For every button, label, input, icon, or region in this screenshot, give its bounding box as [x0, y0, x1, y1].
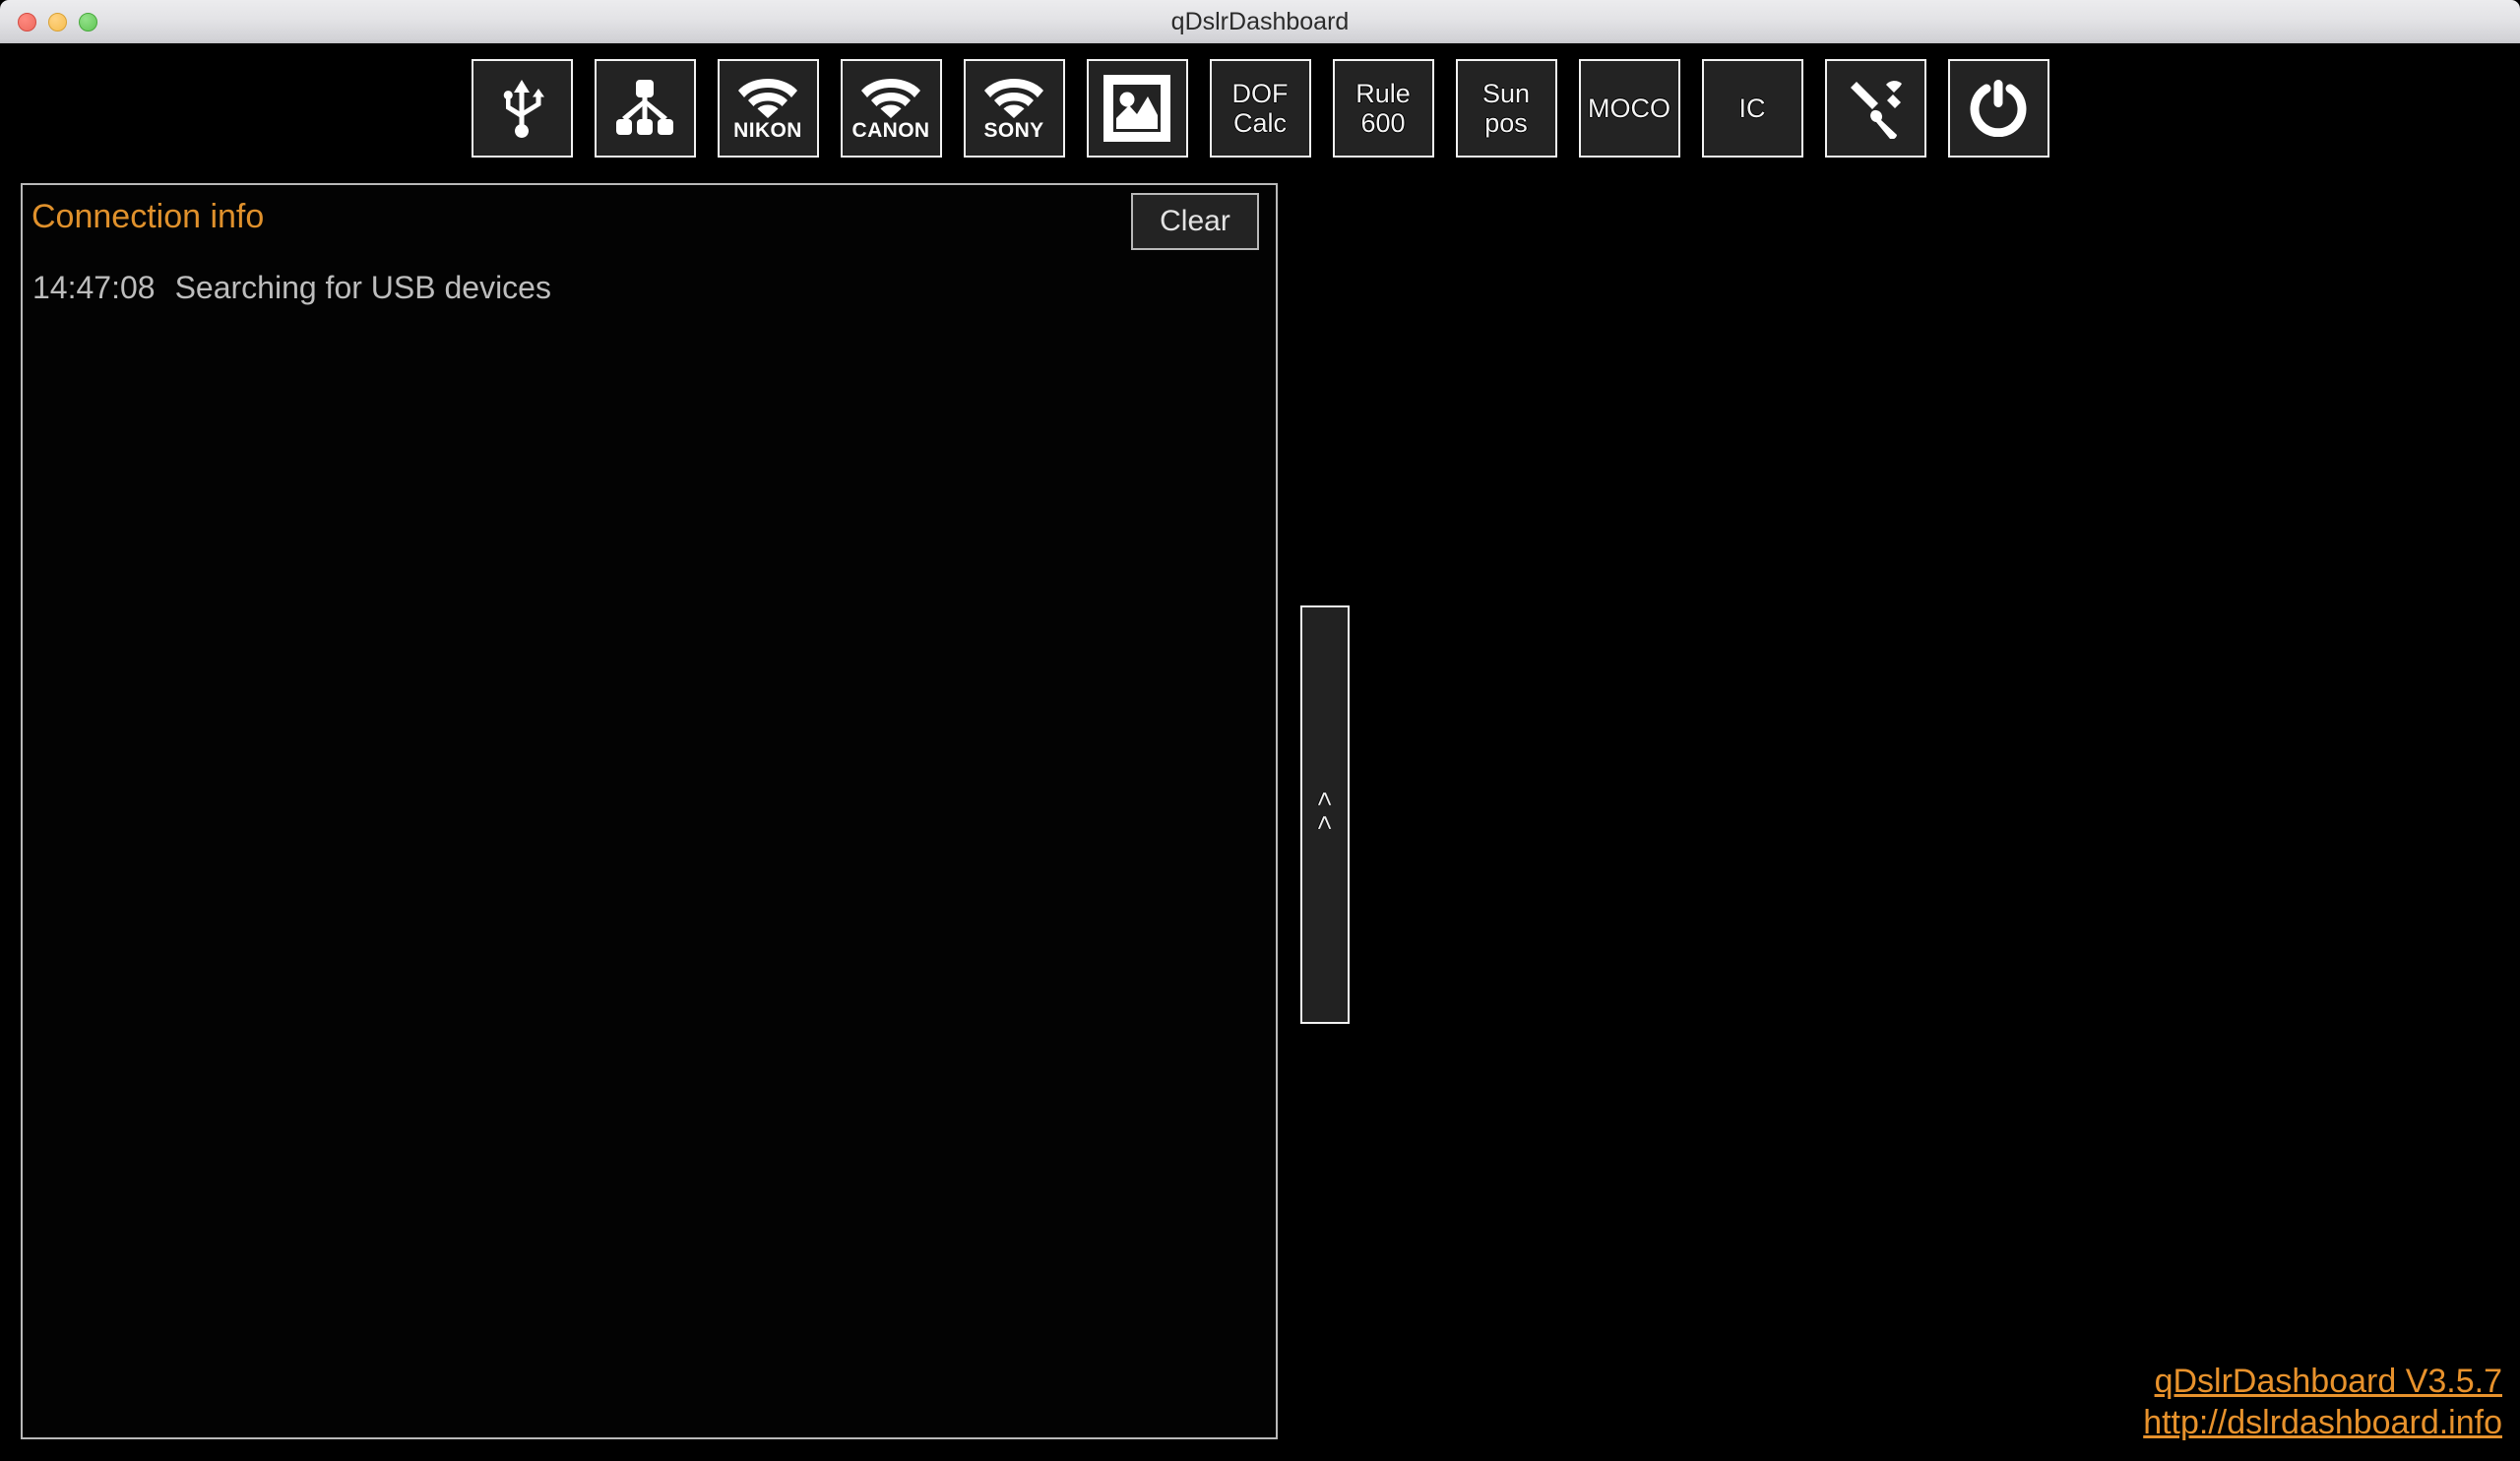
log-entry-message: Searching for USB devices	[174, 270, 551, 305]
toolbar-button-ic-label: IC	[1738, 93, 1766, 123]
log-entry: 14:47:08 Searching for USB devices	[23, 264, 1276, 312]
wifi-icon	[984, 75, 1043, 118]
usb-icon	[496, 78, 547, 139]
chevron-left-double-icon: <<	[1310, 791, 1340, 839]
toolbar-button-sun-pos[interactable]: Sun pos	[1455, 58, 1557, 158]
toolbar-button-canon-wifi[interactable]: CANON	[840, 58, 942, 158]
toolbar-button-dof-calc-label-line1: DOF	[1231, 78, 1289, 108]
image-icon	[1103, 74, 1170, 142]
connection-info-header: Connection info Clear	[23, 185, 1276, 252]
toolbar-button-sun-pos-label-line2: pos	[1484, 107, 1528, 138]
wifi-icon	[861, 75, 920, 118]
toolbar-button-dof-calc[interactable]: DOF Calc	[1209, 58, 1311, 158]
toolbar-button-usb[interactable]	[471, 58, 573, 158]
log-entry-time: 14:47:08	[32, 270, 156, 305]
toolbar-button-network[interactable]	[594, 58, 696, 158]
toolbar-button-moco[interactable]: MOCO	[1578, 58, 1680, 158]
connection-info-panel: Connection info Clear 14:47:08 Searching…	[21, 183, 1278, 1439]
toolbar-button-rule-600[interactable]: Rule 600	[1332, 58, 1434, 158]
toolbar-button-canon-label: CANON	[851, 119, 930, 142]
toolbar-button-dof-calc-label-line2: Calc	[1232, 107, 1287, 138]
website-link[interactable]: http://dslrdashboard.info	[2143, 1402, 2502, 1443]
window-title: qDslrDashboard	[1170, 8, 1350, 35]
panel-collapse-splitter-handle[interactable]: <<	[1300, 605, 1350, 1024]
wifi-icon	[738, 75, 797, 118]
toolbar-button-nikon-label: NIKON	[733, 119, 802, 142]
toolbar-button-sony-wifi[interactable]: SONY	[963, 58, 1065, 158]
toolbar-button-sun-pos-label-line1: Sun	[1481, 78, 1531, 108]
toolbar-button-ic[interactable]: IC	[1701, 58, 1803, 158]
tools-icon	[1845, 78, 1906, 139]
power-icon	[1970, 79, 2027, 137]
toolbar-button-tools[interactable]	[1824, 58, 1926, 158]
toolbar-button-rule-600-label-line2: 600	[1360, 107, 1406, 138]
window-titlebar: qDslrDashboard	[0, 0, 2520, 43]
network-hub-icon	[614, 79, 675, 137]
connection-log-list[interactable]: 14:47:08 Searching for USB devices	[23, 264, 1276, 1435]
app-version-link[interactable]: qDslrDashboard V3.5.7	[2143, 1361, 2502, 1402]
footer-links: qDslrDashboard V3.5.7 http://dslrdashboa…	[2143, 1361, 2502, 1443]
toolbar-button-rule-600-label-line1: Rule	[1355, 78, 1411, 108]
toolbar-button-power[interactable]	[1947, 58, 2049, 158]
toolbar-button-moco-label: MOCO	[1588, 93, 1670, 123]
toolbar-button-gallery[interactable]	[1086, 58, 1188, 158]
clear-button[interactable]: Clear	[1131, 193, 1259, 250]
toolbar-button-nikon-wifi[interactable]: NIKON	[717, 58, 819, 158]
main-toolbar: NIKON CANON SONY DOF Calc Rule 600 Sun p…	[0, 43, 2520, 172]
connection-info-title: Connection info	[32, 198, 265, 235]
toolbar-button-sony-label: SONY	[983, 119, 1044, 142]
